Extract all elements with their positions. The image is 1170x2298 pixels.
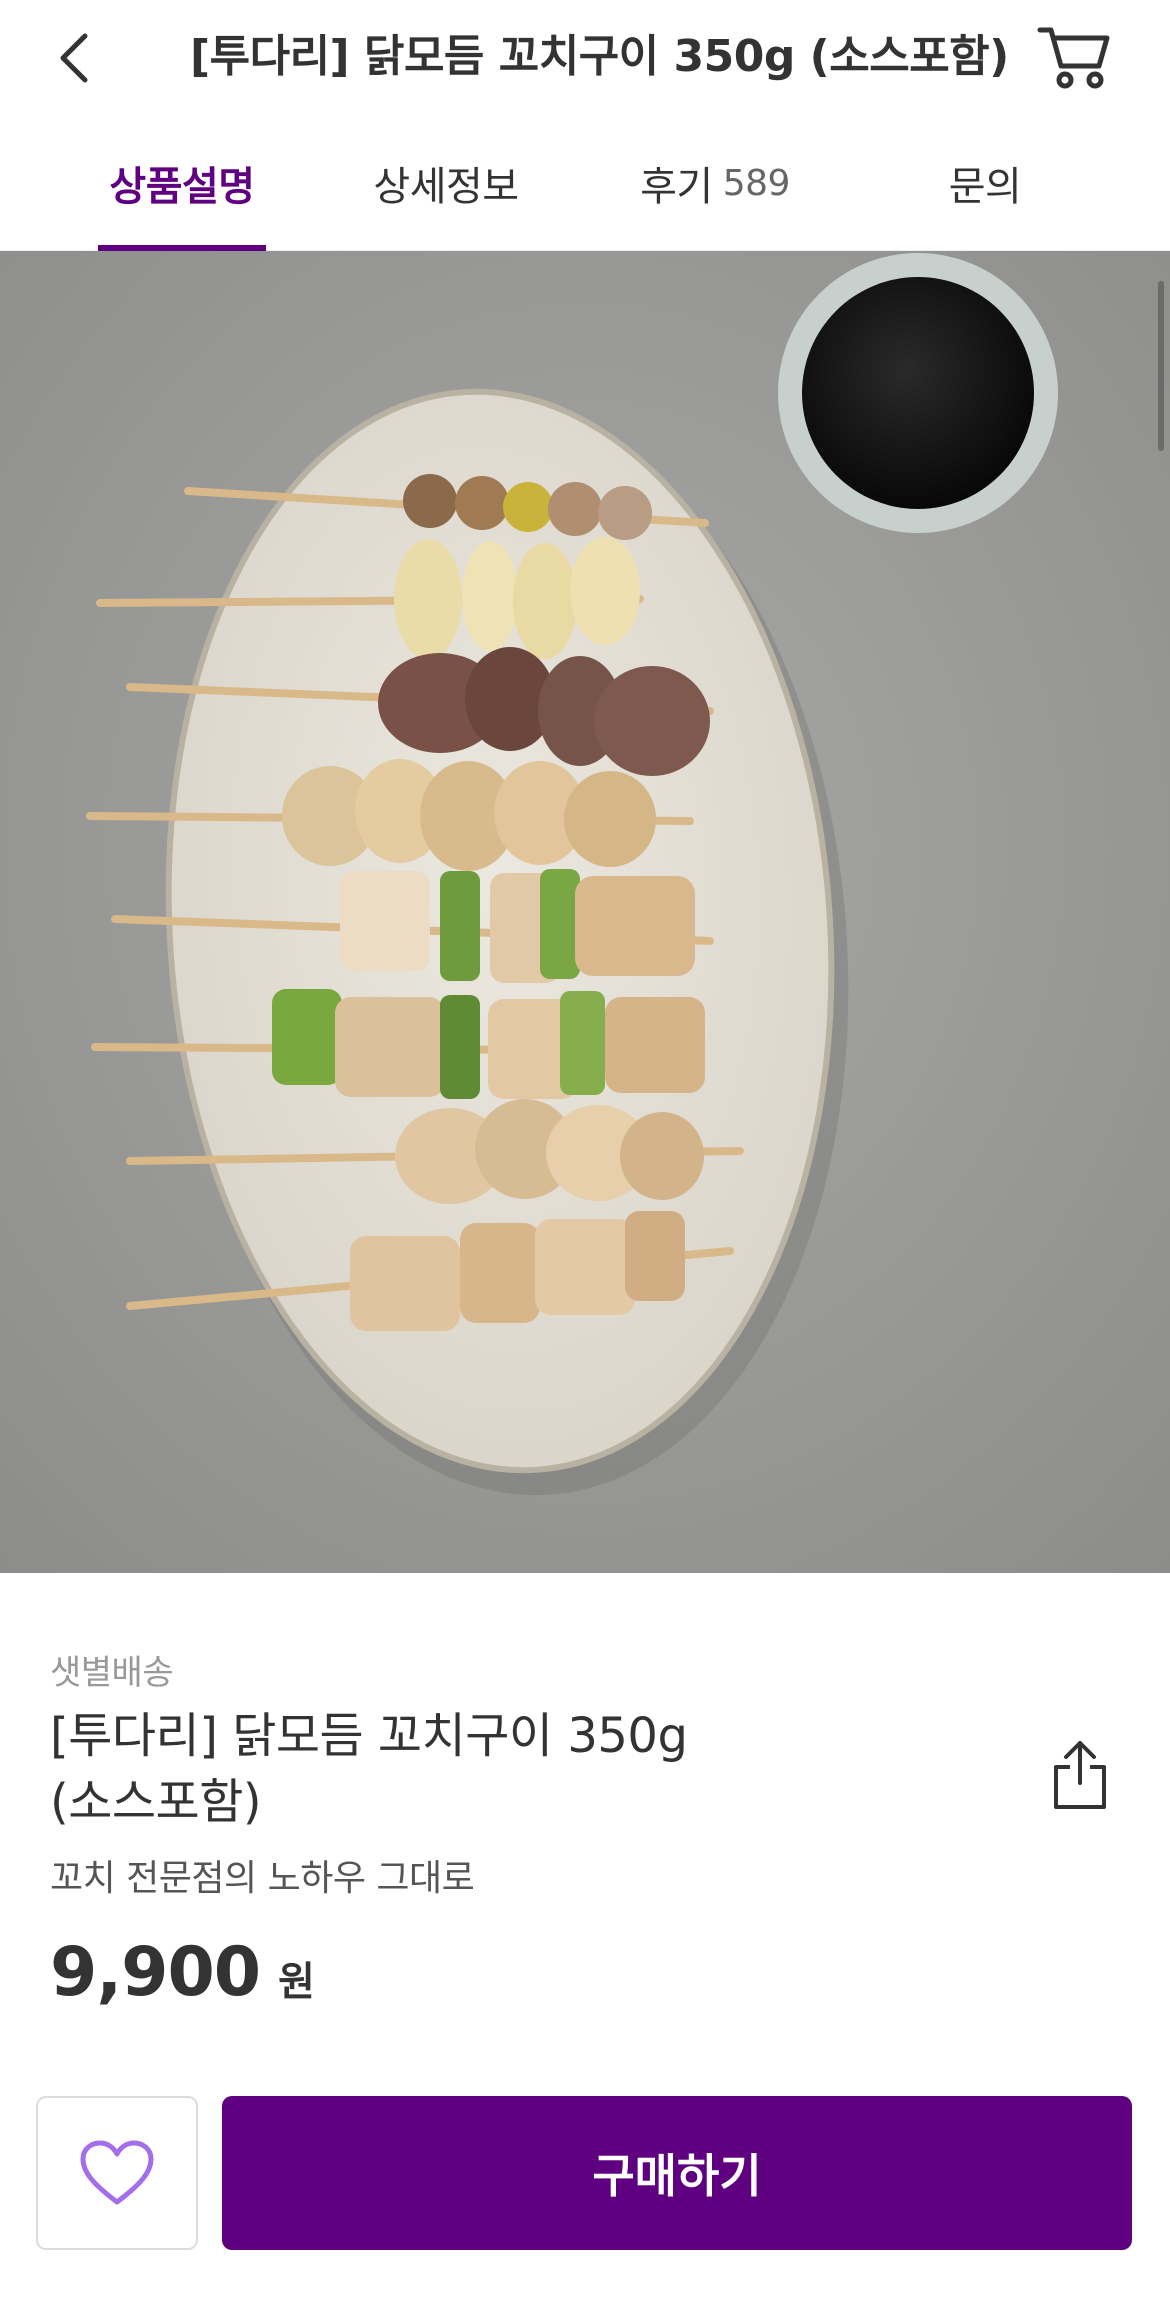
product-subtitle: 꼬치 전문점의 노하우 그대로 [50, 1858, 475, 1899]
tab-label: 문의 [948, 164, 1022, 210]
share-icon [1054, 1741, 1106, 1809]
product-name-line2: (소스포함) [50, 1774, 262, 1830]
wishlist-button[interactable] [36, 2096, 198, 2250]
tab-label: 상품설명 [109, 164, 255, 210]
tab-inquiry[interactable]: 문의 [930, 115, 1040, 251]
price-row: 9,900 원 [50, 1933, 315, 2012]
back-button[interactable] [40, 20, 110, 95]
review-count: 589 [722, 162, 791, 204]
price-value: 9,900 [50, 1933, 261, 2012]
tab-detail-info[interactable]: 상세정보 [366, 115, 526, 251]
chevron-left-icon [60, 33, 88, 82]
share-button[interactable] [1040, 1735, 1120, 1815]
price-currency: 원 [278, 1959, 315, 2005]
tab-description[interactable]: 상품설명 [98, 115, 266, 251]
skewer-plate-image [0, 251, 1170, 1573]
tab-reviews[interactable]: 후기 589 [630, 115, 800, 251]
heart-icon [80, 2140, 154, 2205]
tab-label: 후기 [640, 164, 713, 210]
cart-icon [1037, 27, 1110, 89]
buy-button[interactable]: 구매하기 [222, 2096, 1132, 2250]
top-navigation-bar: [투다리] 닭모듬 꼬치구이 350g (소스포함) [0, 0, 1170, 115]
product-image [0, 251, 1170, 1573]
delivery-type: 샛별배송 [50, 1653, 174, 1693]
page-title: [투다리] 닭모듬 꼬치구이 350g (소스포함) [190, 31, 1009, 82]
cart-button[interactable] [1030, 14, 1120, 100]
product-name-line1: [투다리] 닭모듬 꼬치구이 350g [50, 1708, 688, 1764]
product-name: [투다리] 닭모듬 꼬치구이 350g (소스포함) [50, 1703, 770, 1835]
product-tabs: 상품설명 상세정보 후기 589 문의 [0, 115, 1170, 251]
product-info-section: 샛별배송 [투다리] 닭모듬 꼬치구이 350g (소스포함) 꼬치 전문점의 … [0, 1573, 1170, 2298]
product-detail-screen: [투다리] 닭모듬 꼬치구이 350g (소스포함) 상품설명 상세정보 후기 … [0, 0, 1170, 2298]
tab-label: 상세정보 [373, 164, 519, 210]
scroll-indicator [1158, 281, 1164, 451]
